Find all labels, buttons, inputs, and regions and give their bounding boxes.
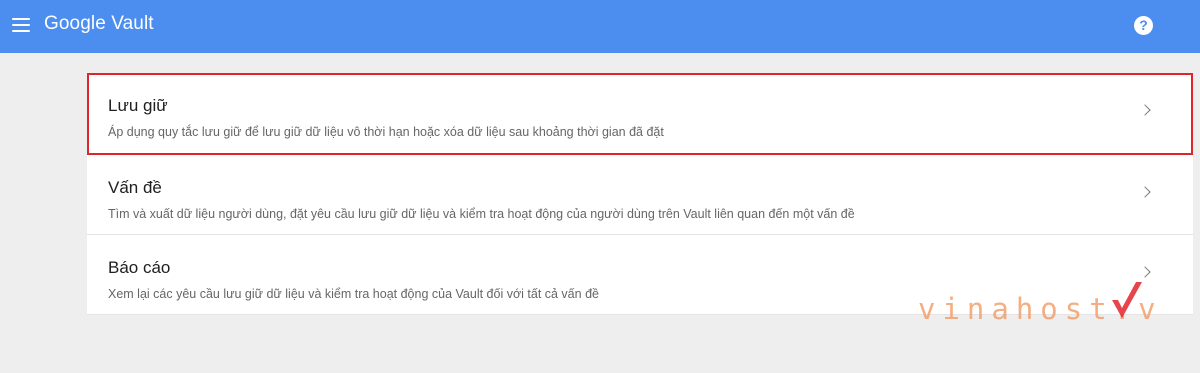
list-item-description: Xem lại các yêu cầu lưu giữ dữ liệu và k… [108,287,599,301]
list-item-matters[interactable]: Vấn đề Tìm và xuất dữ liệu người dùng, đ… [87,155,1193,235]
chevron-right-icon [1139,186,1151,198]
top-app-bar: Google Vault ? [0,0,1200,53]
list-item-description: Áp dụng quy tắc lưu giữ để lưu giữ dữ li… [108,125,664,139]
help-icon[interactable]: ? [1134,16,1153,35]
vinahost-watermark: vinahost.v [918,278,1156,328]
list-item-description: Tìm và xuất dữ liệu người dùng, đặt yêu … [108,207,855,221]
list-item-title: Lưu giữ [108,96,168,115]
menu-icon[interactable] [12,18,30,32]
list-item-title: Vấn đề [108,178,162,197]
chevron-right-icon [1139,266,1151,278]
checkmark-logo-icon [1112,282,1142,318]
chevron-right-icon [1139,104,1151,116]
app-title[interactable]: Google Vault [44,13,154,35]
list-item-title: Báo cáo [108,258,171,277]
list-item-retention[interactable]: Lưu giữ Áp dụng quy tắc lưu giữ để lưu g… [87,73,1193,155]
